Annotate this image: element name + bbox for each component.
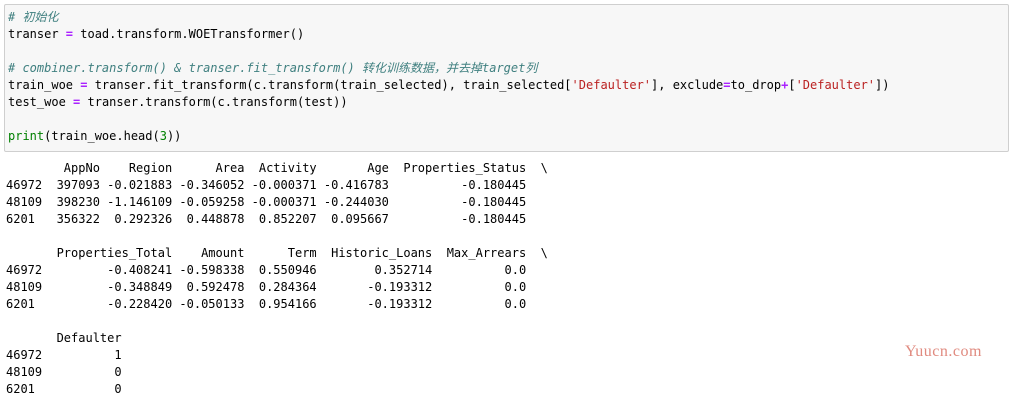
code-token: # 初始化 [8,10,59,24]
output-line: Properties_Total Amount Term Historic_Lo… [6,246,548,260]
code-token: ], exclude [651,78,724,92]
output-line: 48109 0 [6,365,137,379]
code-line: transer = toad.transform.WOETransformer(… [8,26,304,43]
output-line: 48109 398230 -1.146109 -0.059258 -0.0003… [6,195,548,209]
code-output-area: AppNo Region Area Activity Age Propertie… [6,160,906,400]
output-line: 46972 1 [6,348,137,362]
code-line: # combiner.transform() & transer.fit_tra… [8,60,537,77]
code-line: print(train_woe.head(3)) [8,128,181,145]
code-token: 'Defaulter' [795,78,876,92]
output-line: AppNo Region Area Activity Age Propertie… [6,161,548,175]
output-line: 6201 356322 0.292326 0.448878 0.852207 0… [6,212,548,226]
code-token: = [723,78,731,92]
code-token: toad.transform.WOETransformer() [73,27,305,41]
code-token: (train_woe.head( [44,129,160,143]
code-token: transer [8,27,66,41]
code-token: transer.transform(c.transform(test)) [80,95,348,109]
code-line: # 初始化 [8,9,58,26]
output-line: 6201 0 [6,382,137,396]
code-token: print [8,129,45,143]
output-line: 6201 -0.228420 -0.050133 0.954166 -0.193… [6,297,548,311]
code-token: ]) [875,78,890,92]
code-token: [ [788,78,796,92]
watermark: Yuucn.com [905,343,982,360]
code-token: train_woe [8,78,81,92]
code-token: # combiner.transform() & transer.fit_tra… [8,61,538,75]
code-token: test_woe [8,95,74,109]
code-token: 'Defaulter' [571,78,652,92]
output-line: 46972 397093 -0.021883 -0.346052 -0.0003… [6,178,548,192]
code-token: )) [166,129,182,143]
code-token: to_drop [730,78,782,92]
code-token: 3 [159,129,167,143]
output-line: 46972 -0.408241 -0.598338 0.550946 0.352… [6,263,548,277]
output-line: Defaulter [6,331,137,345]
code-token: = [65,27,74,41]
code-line: train_woe = transer.fit_transform(c.tran… [8,77,890,94]
code-line: test_woe = transer.transform(c.transform… [8,94,348,111]
code-token: transer.fit_transform(c.transform(train_… [87,78,572,92]
code-input-cell[interactable]: # 初始化 transer = toad.transform.WOETransfo… [4,4,1009,152]
output-line: 48109 -0.348849 0.592478 0.284364 -0.193… [6,280,548,294]
